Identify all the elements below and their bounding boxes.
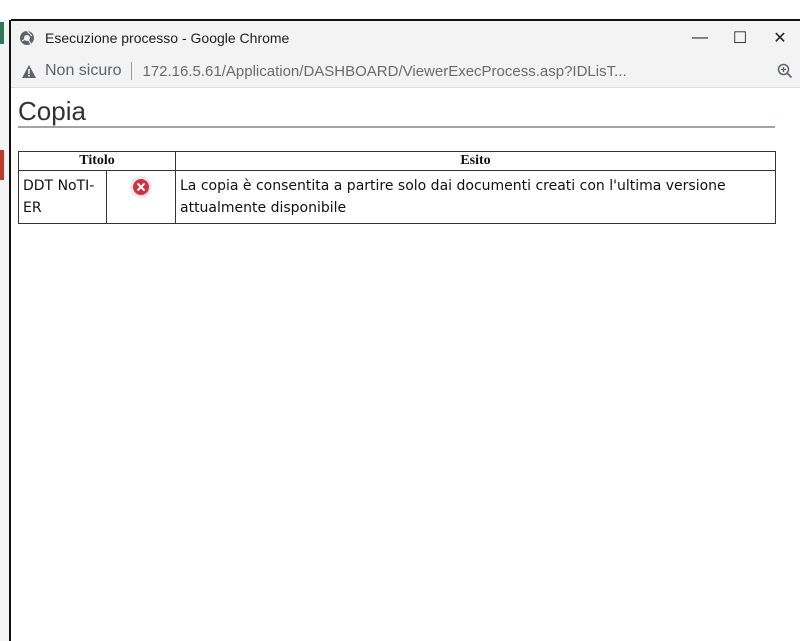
page-title: Copia (18, 96, 86, 126)
window-title: Esecuzione processo - Google Chrome (45, 30, 290, 46)
maximize-button[interactable]: ☐ (720, 21, 760, 55)
title-divider (18, 126, 775, 128)
column-header-esito: Esito (175, 151, 776, 171)
security-label[interactable]: Non sicuro (45, 62, 121, 80)
results-table: Titolo Esito DDT NoTI-ER La copia è cons… (18, 151, 776, 224)
popup-window: Esecuzione processo - Google Chrome — ☐ … (11, 21, 800, 641)
address-separator (131, 62, 133, 80)
error-icon (129, 176, 153, 203)
cell-titolo: DDT NoTI-ER (18, 170, 107, 224)
table-header-row: Titolo Esito (18, 151, 776, 171)
close-button[interactable]: ✕ (760, 21, 800, 55)
url-text[interactable]: 172.16.5.61/Application/DASHBOARD/Viewer… (142, 63, 770, 80)
address-bar[interactable]: Non sicuro 172.16.5.61/Application/DASHB… (11, 55, 800, 88)
background-window-edge (0, 0, 11, 641)
title-bar: Esecuzione processo - Google Chrome — ☐ … (11, 21, 800, 55)
table-row: DDT NoTI-ER La copia è consentita a part… (18, 170, 776, 224)
column-header-titolo: Titolo (18, 151, 176, 171)
zoom-icon[interactable] (770, 63, 800, 79)
cell-esito: La copia è consentita a partire solo dai… (175, 170, 776, 224)
chrome-icon (19, 30, 41, 46)
cell-status (106, 170, 176, 224)
warning-icon[interactable] (21, 64, 39, 79)
minimize-button[interactable]: — (680, 21, 720, 55)
